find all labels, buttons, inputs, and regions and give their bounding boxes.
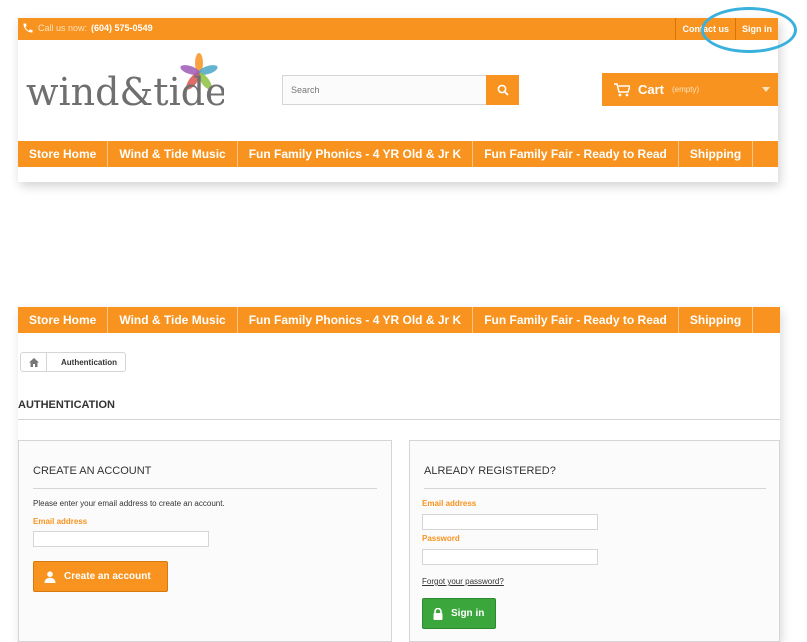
create-account-label: Create an account (64, 571, 151, 582)
nav-item-store-home[interactable]: Store Home (18, 141, 109, 167)
breadcrumb: Authentication (20, 352, 126, 372)
sign-in-label: Sign in (451, 608, 485, 619)
login-email-field[interactable] (422, 514, 598, 530)
nav-item-shipping[interactable]: Shipping (679, 307, 754, 333)
nav-item-music[interactable]: Wind & Tide Music (108, 141, 238, 167)
create-email-label: Email address (33, 517, 88, 526)
svg-text:wind&tide: wind&tide (26, 70, 224, 113)
create-account-title: CREATE AN ACCOUNT (33, 465, 152, 477)
nav-item-store-home[interactable]: Store Home (18, 307, 109, 333)
logo[interactable]: wind&tide (24, 53, 224, 113)
create-account-box: CREATE AN ACCOUNT Please enter your emai… (18, 440, 392, 642)
cart-button[interactable]: Cart (empty) (602, 73, 778, 106)
divider (424, 488, 766, 489)
login-password-label: Password (422, 534, 460, 543)
login-password-field[interactable] (422, 549, 598, 565)
lock-icon (433, 607, 443, 620)
header-panel: Call us now: (604) 575-0549 Contact us S… (18, 18, 778, 182)
nav-item-phonics[interactable]: Fun Family Phonics - 4 YR Old & Jr K (238, 307, 474, 333)
cart-icon (614, 82, 630, 96)
call-label: Call us now: (38, 23, 88, 33)
nav-item-fair[interactable]: Fun Family Fair - Ready to Read (473, 307, 679, 333)
phone-info: Call us now: (604) 575-0549 (22, 22, 153, 34)
search-icon (497, 84, 509, 96)
sign-in-button[interactable]: Sign in (422, 598, 496, 629)
user-icon (44, 570, 56, 583)
breadcrumb-current: Authentication (61, 357, 117, 367)
nav-item-shipping[interactable]: Shipping (679, 141, 754, 167)
phone-icon (23, 23, 33, 33)
main-nav: Store Home Wind & Tide Music Fun Family … (18, 141, 778, 167)
login-email-label: Email address (422, 499, 477, 508)
page-title: AUTHENTICATION (18, 399, 115, 411)
main-nav-2: Store Home Wind & Tide Music Fun Family … (18, 307, 780, 333)
search-button[interactable] (486, 75, 519, 105)
sign-in-highlight (701, 7, 797, 53)
auth-panel: Store Home Wind & Tide Music Fun Family … (18, 307, 780, 642)
nav-item-phonics[interactable]: Fun Family Phonics - 4 YR Old & Jr K (238, 141, 474, 167)
forgot-password-link[interactable]: Forgot your password? (422, 577, 504, 586)
create-account-button[interactable]: Create an account (33, 561, 168, 592)
login-title: ALREADY REGISTERED? (424, 465, 556, 477)
search-input[interactable]: Search (282, 75, 486, 105)
chevron-down-icon[interactable] (762, 87, 770, 92)
create-account-intro: Please enter your email address to creat… (33, 499, 225, 508)
nav-item-fair[interactable]: Fun Family Fair - Ready to Read (473, 141, 679, 167)
login-box: ALREADY REGISTERED? Email address Passwo… (409, 440, 780, 642)
phone-number: (604) 575-0549 (91, 23, 153, 33)
cart-status: (empty) (672, 85, 700, 94)
divider (18, 419, 780, 420)
create-email-field[interactable] (33, 531, 209, 547)
top-bar: Call us now: (604) 575-0549 Contact us S… (18, 18, 778, 40)
divider (33, 488, 377, 489)
nav-item-music[interactable]: Wind & Tide Music (108, 307, 238, 333)
home-icon[interactable] (21, 353, 47, 371)
cart-label: Cart (638, 82, 665, 97)
